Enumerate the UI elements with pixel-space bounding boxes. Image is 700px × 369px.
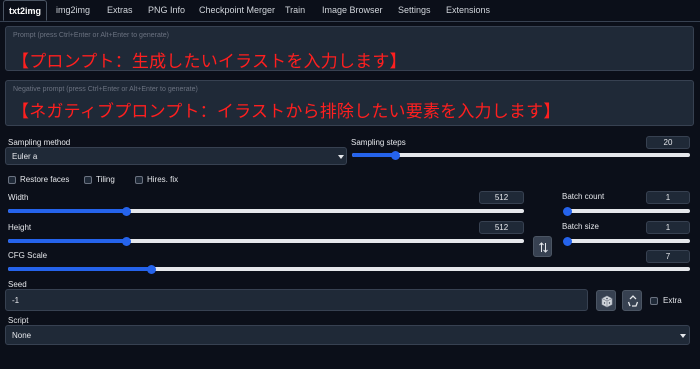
random-seed-button[interactable] xyxy=(596,290,616,311)
slider-thumb[interactable] xyxy=(122,236,132,246)
extra-checkbox[interactable] xyxy=(650,297,658,305)
tab-img2img[interactable]: img2img xyxy=(56,0,90,21)
seed-input[interactable]: -1 xyxy=(5,289,588,311)
negative-prompt-placeholder: Negative prompt (press Ctrl+Enter or Alt… xyxy=(13,86,198,93)
negative-prompt-input[interactable]: Negative prompt (press Ctrl+Enter or Alt… xyxy=(5,80,694,126)
restore-faces-checkbox[interactable] xyxy=(8,176,16,184)
sampling-steps-slider[interactable] xyxy=(352,150,690,160)
height-input[interactable]: 512 xyxy=(479,221,524,234)
slider-thumb[interactable] xyxy=(146,264,156,274)
cfg-scale-label: CFG Scale xyxy=(8,251,48,260)
slider-fill xyxy=(8,209,127,213)
slider-thumb[interactable] xyxy=(122,206,132,216)
extra-label: Extra xyxy=(663,296,682,305)
seed-value: -1 xyxy=(12,296,20,305)
slider-thumb[interactable] xyxy=(562,206,572,216)
height-slider[interactable] xyxy=(8,236,524,246)
swap-dimensions-button[interactable] xyxy=(533,236,552,257)
sampling-method-select[interactable]: Euler a xyxy=(5,147,347,165)
sampling-method-label: Sampling method xyxy=(8,138,71,147)
sampling-steps-label: Sampling steps xyxy=(351,138,406,147)
script-value: None xyxy=(12,331,32,340)
tab-png-info[interactable]: PNG Info xyxy=(148,0,185,21)
swap-icon xyxy=(539,242,548,253)
script-label: Script xyxy=(8,316,29,325)
tab-settings[interactable]: Settings xyxy=(398,0,431,21)
script-select[interactable]: None xyxy=(5,325,690,345)
slider-fill xyxy=(8,267,152,271)
recycle-icon xyxy=(627,295,639,307)
tab-checkpoint-merger[interactable]: Checkpoint Merger xyxy=(199,0,275,21)
restore-faces-label: Restore faces xyxy=(20,175,70,184)
tab-bar: txt2img img2img Extras PNG Info Checkpoi… xyxy=(0,0,700,22)
seed-label: Seed xyxy=(8,280,27,289)
tab-extensions[interactable]: Extensions xyxy=(446,0,490,21)
batch-count-input[interactable]: 1 xyxy=(646,191,690,204)
tiling-label: Tiling xyxy=(96,175,115,184)
hires-fix-checkbox[interactable] xyxy=(135,176,143,184)
hires-fix-label: Hires. fix xyxy=(147,175,179,184)
prompt-input[interactable]: Prompt (press Ctrl+Enter or Alt+Enter to… xyxy=(5,26,694,71)
slider-thumb[interactable] xyxy=(562,236,572,246)
tab-train[interactable]: Train xyxy=(285,0,305,21)
tab-extras[interactable]: Extras xyxy=(107,0,133,21)
batch-count-label: Batch count xyxy=(562,192,605,201)
height-label: Height xyxy=(8,223,32,232)
prompt-placeholder: Prompt (press Ctrl+Enter or Alt+Enter to… xyxy=(13,32,170,39)
batch-size-label: Batch size xyxy=(562,222,599,231)
chevron-down-icon xyxy=(680,334,686,338)
cfg-scale-input[interactable]: 7 xyxy=(646,250,690,263)
slider-thumb[interactable] xyxy=(391,150,401,160)
slider-fill xyxy=(352,153,396,157)
tab-image-browser[interactable]: Image Browser xyxy=(322,0,383,21)
reuse-seed-button[interactable] xyxy=(622,290,642,311)
batch-count-slider[interactable] xyxy=(562,206,690,216)
batch-size-slider[interactable] xyxy=(562,236,690,246)
prompt-annotation: 【プロンプト：生成したいイラストを入力します】 xyxy=(12,52,407,71)
tiling-checkbox[interactable] xyxy=(84,176,92,184)
tab-txt2img[interactable]: txt2img xyxy=(3,0,47,21)
sampling-steps-input[interactable]: 20 xyxy=(646,136,690,149)
slider-fill xyxy=(8,239,127,243)
chevron-down-icon xyxy=(338,155,344,159)
negative-prompt-annotation: 【ネガティブプロンプト：イラストから排除したい要素を入力します】 xyxy=(12,102,561,121)
cfg-scale-slider[interactable] xyxy=(8,264,690,274)
dice-icon xyxy=(601,295,613,308)
width-input[interactable]: 512 xyxy=(479,191,524,204)
batch-size-input[interactable]: 1 xyxy=(646,221,690,234)
width-slider[interactable] xyxy=(8,206,524,216)
width-label: Width xyxy=(8,193,29,202)
sampling-method-value: Euler a xyxy=(12,152,38,161)
